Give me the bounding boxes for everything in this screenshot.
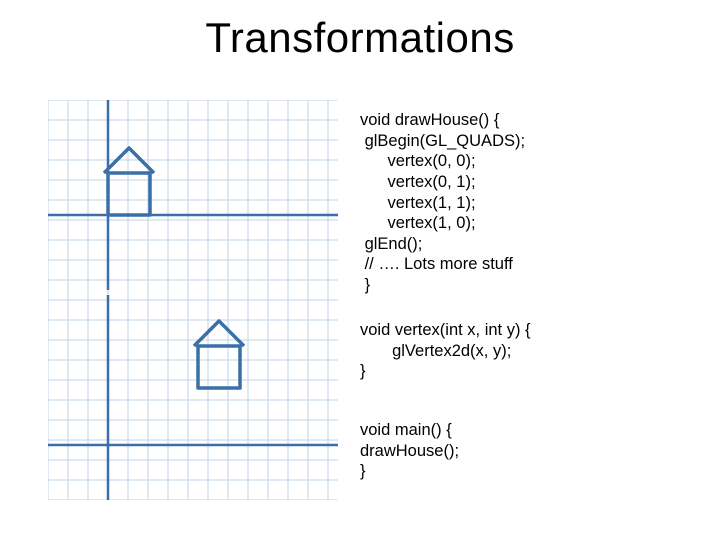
- slide-title: Transformations: [0, 14, 720, 62]
- house-lower: [194, 321, 244, 388]
- lower-axes: [48, 295, 338, 500]
- code-vertex: void vertex(int x, int y) { glVertex2d(x…: [360, 320, 531, 382]
- code-main: void main() { drawHouse(); }: [360, 420, 459, 482]
- slide: Transformations: [0, 0, 720, 540]
- transformations-diagram: [48, 100, 338, 500]
- grid-horizontal: [48, 100, 338, 500]
- upper-axes: [48, 100, 338, 290]
- house-upper: [104, 148, 154, 215]
- code-drawhouse: void drawHouse() { glBegin(GL_QUADS); ve…: [360, 110, 525, 296]
